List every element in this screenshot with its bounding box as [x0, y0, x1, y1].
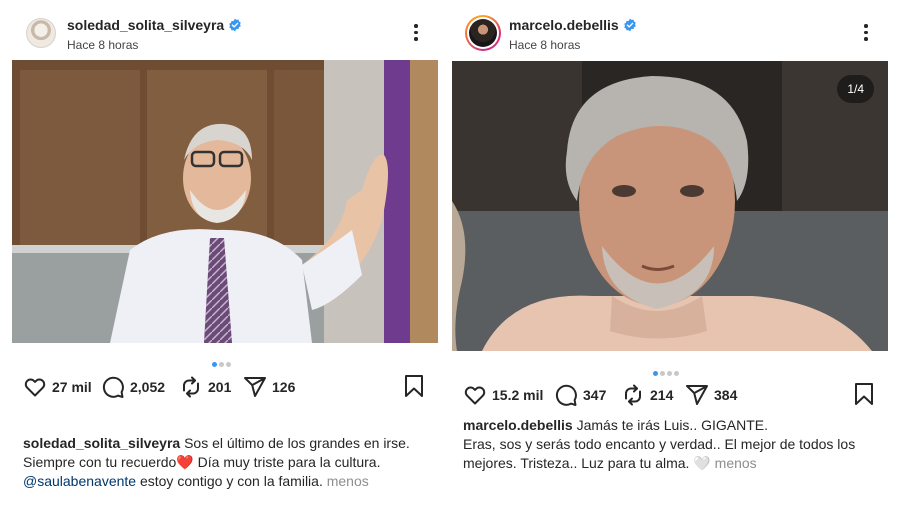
post-header: soledad_solita_silveyra Hace 8 horas — [0, 12, 450, 56]
verified-badge-icon — [623, 18, 636, 32]
post-caption: soledad_solita_silveyra Sos el último de… — [23, 434, 423, 491]
repost-button[interactable]: 201 — [179, 372, 231, 402]
caption-mention-link[interactable]: @saulabenavente — [23, 473, 136, 489]
carousel-counter: 1/4 — [837, 75, 874, 103]
post-photo[interactable] — [12, 60, 438, 343]
username-text[interactable]: soledad_solita_silveyra — [67, 17, 224, 33]
avatar[interactable] — [465, 15, 501, 51]
action-bar: 15.2 mil 347 214 384 — [450, 380, 900, 410]
less-link[interactable]: menos — [715, 455, 757, 471]
share-count: 126 — [272, 379, 296, 395]
like-count: 15.2 mil — [492, 387, 544, 403]
save-button[interactable] — [403, 374, 425, 403]
heart-icon — [464, 386, 486, 405]
caption-text-line2: Eras, sos y serás todo encanto y verdad.… — [463, 436, 856, 452]
like-button[interactable]: 15.2 mil — [463, 380, 543, 410]
post-time: Hace 8 horas — [509, 38, 581, 52]
comment-button[interactable]: 2,052 — [101, 372, 165, 402]
repost-icon — [625, 384, 641, 406]
comment-count: 347 — [583, 387, 607, 403]
comment-count: 2,052 — [130, 379, 166, 395]
bookmark-icon — [405, 375, 423, 397]
post-header: marcelo.debellis Hace 8 horas — [450, 12, 900, 56]
caption-text-line3: estoy contigo y con la familia. — [136, 473, 323, 489]
caption-text-line1: Jamás te irás Luis.. GIGANTE. — [576, 417, 768, 433]
username-text[interactable]: marcelo.debellis — [509, 17, 619, 33]
heart-icon — [24, 378, 46, 397]
username-link[interactable]: soledad_solita_silveyra — [67, 17, 242, 33]
red-heart-emoji: ❤️ — [176, 454, 194, 470]
more-options-icon[interactable] — [863, 24, 869, 44]
carousel-indicator — [653, 363, 681, 376]
post-marcelo: marcelo.debellis Hace 8 horas 1/4 15.2 m… — [450, 0, 900, 505]
action-bar: 27 mil 2,052 201 126 — [0, 372, 450, 402]
caption-username[interactable]: marcelo.debellis — [463, 417, 573, 433]
like-button[interactable]: 27 mil — [23, 372, 92, 402]
like-count: 27 mil — [52, 379, 92, 395]
white-heart-emoji: 🤍 — [693, 455, 711, 471]
less-link[interactable]: menos — [327, 473, 369, 489]
post-photo[interactable]: 1/4 — [452, 61, 888, 351]
more-options-icon[interactable] — [413, 24, 419, 44]
share-button[interactable]: 384 — [685, 380, 737, 410]
verified-badge-icon — [229, 18, 241, 32]
caption-username[interactable]: soledad_solita_silveyra — [23, 435, 180, 451]
bookmark-icon — [855, 383, 873, 405]
repost-button[interactable]: 214 — [621, 380, 673, 410]
post-soledad: soledad_solita_silveyra Hace 8 horas 27 … — [0, 0, 450, 505]
comment-icon — [102, 376, 124, 398]
repost-count: 214 — [650, 387, 674, 403]
repost-icon — [183, 376, 199, 398]
comment-button[interactable]: 347 — [554, 380, 606, 410]
post-caption: marcelo.debellis Jamás te irás Luis.. GI… — [463, 416, 893, 473]
post-time: Hace 8 horas — [67, 38, 139, 52]
repost-count: 201 — [208, 379, 232, 395]
username-link[interactable]: marcelo.debellis — [509, 17, 637, 33]
send-icon — [244, 377, 266, 397]
caption-text-line3: mejores. Tristeza.. Luz para tu alma. — [463, 455, 690, 471]
avatar[interactable] — [26, 18, 56, 48]
send-icon — [686, 385, 708, 405]
comment-icon — [555, 384, 577, 406]
carousel-indicator — [212, 354, 233, 367]
caption-text-line2: Siempre con tu recuerdo — [23, 454, 177, 470]
caption-text-line1: Sos el último de los grandes en irse. — [184, 435, 410, 451]
caption-text-line2b: Día muy triste para la cultura. — [193, 454, 381, 470]
post-photo-image — [452, 61, 888, 351]
share-button[interactable]: 126 — [243, 372, 295, 402]
post-photo-image — [12, 60, 438, 343]
share-count: 384 — [714, 387, 738, 403]
save-button[interactable] — [853, 382, 875, 411]
